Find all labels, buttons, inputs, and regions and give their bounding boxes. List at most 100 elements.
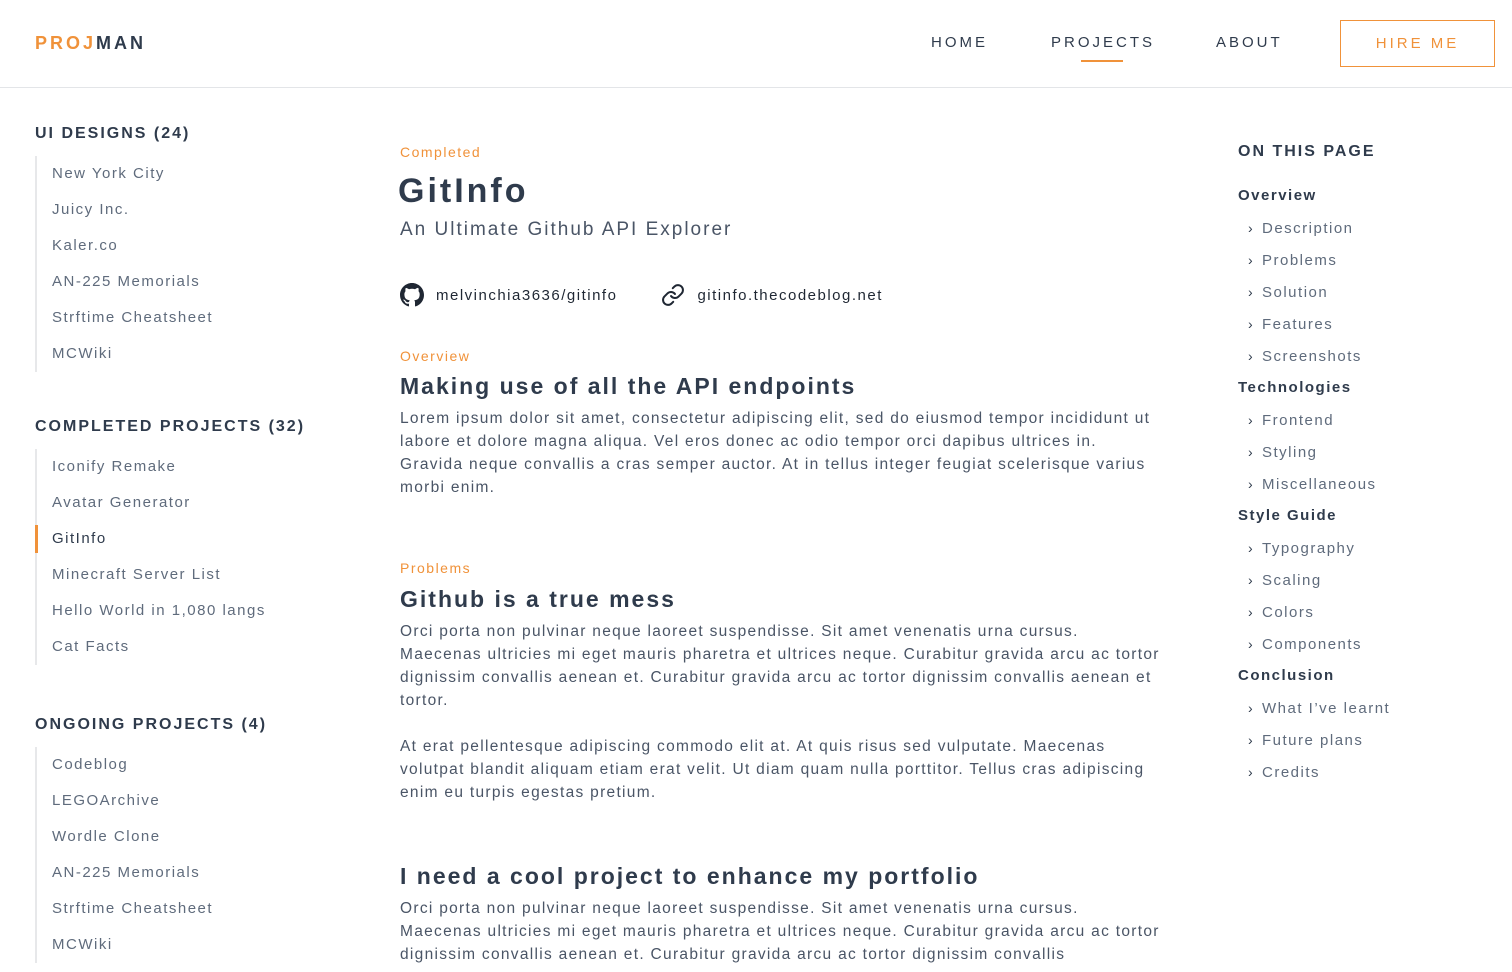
section-title-portfolio: I need a cool project to enhance my port… xyxy=(400,863,980,889)
sidebar-item[interactable]: Strftime Cheatsheet xyxy=(37,300,213,336)
toc-item-label: Description xyxy=(1262,220,1354,237)
github-icon xyxy=(400,283,424,307)
project-links: melvinchia3636/gitinfo gitinfo.thecodebl… xyxy=(400,282,883,308)
chevron-right-icon: › xyxy=(1248,412,1255,428)
page-subtitle: An Ultimate Github API Explorer xyxy=(400,219,733,240)
chevron-right-icon: › xyxy=(1248,540,1255,556)
chevron-right-icon: › xyxy=(1248,348,1255,364)
toc-item[interactable]: › Problems xyxy=(1238,244,1390,276)
sidebar-item[interactable]: Codeblog xyxy=(37,747,213,783)
section-title-overview: Making use of all the API endpoints xyxy=(400,373,857,399)
toc-item[interactable]: › Frontend xyxy=(1238,404,1390,436)
chevron-right-icon: › xyxy=(1248,476,1255,492)
toc-item-label: Solution xyxy=(1262,284,1329,301)
github-repo-label: melvinchia3636/gitinfo xyxy=(436,286,618,304)
sidebar-item[interactable]: Iconify Remake xyxy=(37,449,266,485)
logo[interactable]: PROJMAN xyxy=(35,33,146,53)
toc-item-label: What I’ve learnt xyxy=(1262,700,1391,717)
sidebar-item[interactable]: Hello World in 1,080 langs xyxy=(37,593,266,629)
status-label: Completed xyxy=(400,144,482,160)
sidebar-item[interactable]: Kaler.co xyxy=(37,228,213,264)
toc-group-technologies[interactable]: Technologies xyxy=(1238,372,1390,404)
website-link-label: gitinfo.thecodeblog.net xyxy=(697,286,883,304)
toc-item-label: Future plans xyxy=(1262,732,1364,749)
sidebar-item[interactable]: MCWiki xyxy=(37,336,213,372)
toc-item-label: Screenshots xyxy=(1262,348,1362,365)
chevron-right-icon: › xyxy=(1248,636,1255,652)
sidebar-item[interactable]: Wordle Clone xyxy=(37,819,213,855)
sidebar-item[interactable]: MCWiki xyxy=(37,927,213,963)
toc-item[interactable]: › What I’ve learnt xyxy=(1238,692,1390,724)
sidebar-item[interactable]: Juicy Inc. xyxy=(37,192,213,228)
chevron-right-icon: › xyxy=(1248,284,1255,300)
toc-item-label: Problems xyxy=(1262,252,1338,269)
sidebar-item[interactable]: Avatar Generator xyxy=(37,485,266,521)
toc-item-label: Scaling xyxy=(1262,572,1322,589)
logo-accent: PROJ xyxy=(35,33,97,53)
toc-item-label: Typography xyxy=(1262,540,1356,557)
sidebar-item-active[interactable]: GitInfo xyxy=(35,521,266,557)
chevron-right-icon: › xyxy=(1248,700,1255,716)
toc-item-label: Credits xyxy=(1262,764,1321,781)
toc-group-style-guide[interactable]: Style Guide xyxy=(1238,500,1390,532)
chevron-right-icon: › xyxy=(1248,732,1255,748)
section-kicker-problems: Problems xyxy=(400,560,472,576)
toc-list: Overview › Description › Problems › Solutio… xyxy=(1238,180,1390,788)
toc-item[interactable]: › Credits xyxy=(1238,756,1390,788)
top-navbar: PROJMAN HOME PROJECTS ABOUT HIRE ME xyxy=(0,0,1512,88)
section-paragraph: Orci porta non pulvinar neque laoreet su… xyxy=(400,900,1160,963)
toc-item[interactable]: › Components xyxy=(1238,628,1390,660)
nav-about[interactable]: ABOUT xyxy=(1216,34,1283,52)
toc-item[interactable]: › Future plans xyxy=(1238,724,1390,756)
sidebar-list-completed: Iconify Remake Avatar Generator GitInfo … xyxy=(35,449,266,665)
chevron-right-icon: › xyxy=(1248,252,1255,268)
toc-item-label: Miscellaneous xyxy=(1262,476,1377,493)
chevron-right-icon: › xyxy=(1248,220,1255,236)
sidebar-item[interactable]: Strftime Cheatsheet xyxy=(37,891,213,927)
nav-home[interactable]: HOME xyxy=(931,34,988,52)
section-paragraph: At erat pellentesque adipiscing commodo … xyxy=(400,738,1145,801)
section-paragraph: Lorem ipsum dolor sit amet, consectetur … xyxy=(400,410,1151,496)
section-title-problems: Github is a true mess xyxy=(400,586,676,612)
sidebar-heading-ui-designs: UI DESIGNS (24) xyxy=(35,125,191,142)
sidebar-item[interactable]: Cat Facts xyxy=(37,629,266,665)
sidebar-item[interactable]: AN-225 Memorials xyxy=(37,855,213,891)
nav-projects[interactable]: PROJECTS xyxy=(1051,34,1155,62)
sidebar-item[interactable]: New York City xyxy=(37,156,213,192)
github-repo-link[interactable]: melvinchia3636/gitinfo xyxy=(400,283,617,307)
sidebar-item[interactable]: Minecraft Server List xyxy=(37,557,266,593)
section-kicker-overview: Overview xyxy=(400,348,471,364)
chevron-right-icon: › xyxy=(1248,572,1255,588)
toc-item-label: Features xyxy=(1262,316,1334,333)
toc-group-overview[interactable]: Overview xyxy=(1238,180,1390,212)
sidebar-heading-completed: COMPLETED PROJECTS (32) xyxy=(35,418,306,435)
toc-item[interactable]: › Description xyxy=(1238,212,1390,244)
section-paragraph: Orci porta non pulvinar neque laoreet su… xyxy=(400,623,1160,709)
toc-item-label: Styling xyxy=(1262,444,1318,461)
toc-item-label: Frontend xyxy=(1262,412,1335,429)
link-icon xyxy=(662,284,685,306)
toc-group-conclusion[interactable]: Conclusion xyxy=(1238,660,1390,692)
toc-item[interactable]: › Miscellaneous xyxy=(1238,468,1390,500)
toc-item[interactable]: › Styling xyxy=(1238,436,1390,468)
sidebar-list-ongoing: Codeblog LEGOArchive Wordle Clone AN-225… xyxy=(35,747,213,963)
toc-item-label: Colors xyxy=(1262,604,1315,621)
chevron-right-icon: › xyxy=(1248,444,1255,460)
toc-item[interactable]: › Features xyxy=(1238,308,1390,340)
toc-item[interactable]: › Typography xyxy=(1238,532,1390,564)
toc-item-label: Components xyxy=(1262,636,1363,653)
toc-item[interactable]: › Scaling xyxy=(1238,564,1390,596)
toc-heading: ON THIS PAGE xyxy=(1238,143,1376,160)
sidebar-item[interactable]: LEGOArchive xyxy=(37,783,213,819)
chevron-right-icon: › xyxy=(1248,604,1255,620)
sidebar-item[interactable]: AN-225 Memorials xyxy=(37,264,213,300)
toc-item[interactable]: › Colors xyxy=(1238,596,1390,628)
toc-item[interactable]: › Screenshots xyxy=(1238,340,1390,372)
website-link[interactable]: gitinfo.thecodeblog.net xyxy=(661,283,882,307)
hire-me-button[interactable]: HIRE ME xyxy=(1340,20,1495,67)
toc-item[interactable]: › Solution xyxy=(1238,276,1390,308)
sidebar-heading-ongoing: ONGOING PROJECTS (4) xyxy=(35,716,268,733)
page-title: GitInfo xyxy=(398,172,529,210)
logo-text: MAN xyxy=(96,33,147,53)
chevron-right-icon: › xyxy=(1248,316,1255,332)
